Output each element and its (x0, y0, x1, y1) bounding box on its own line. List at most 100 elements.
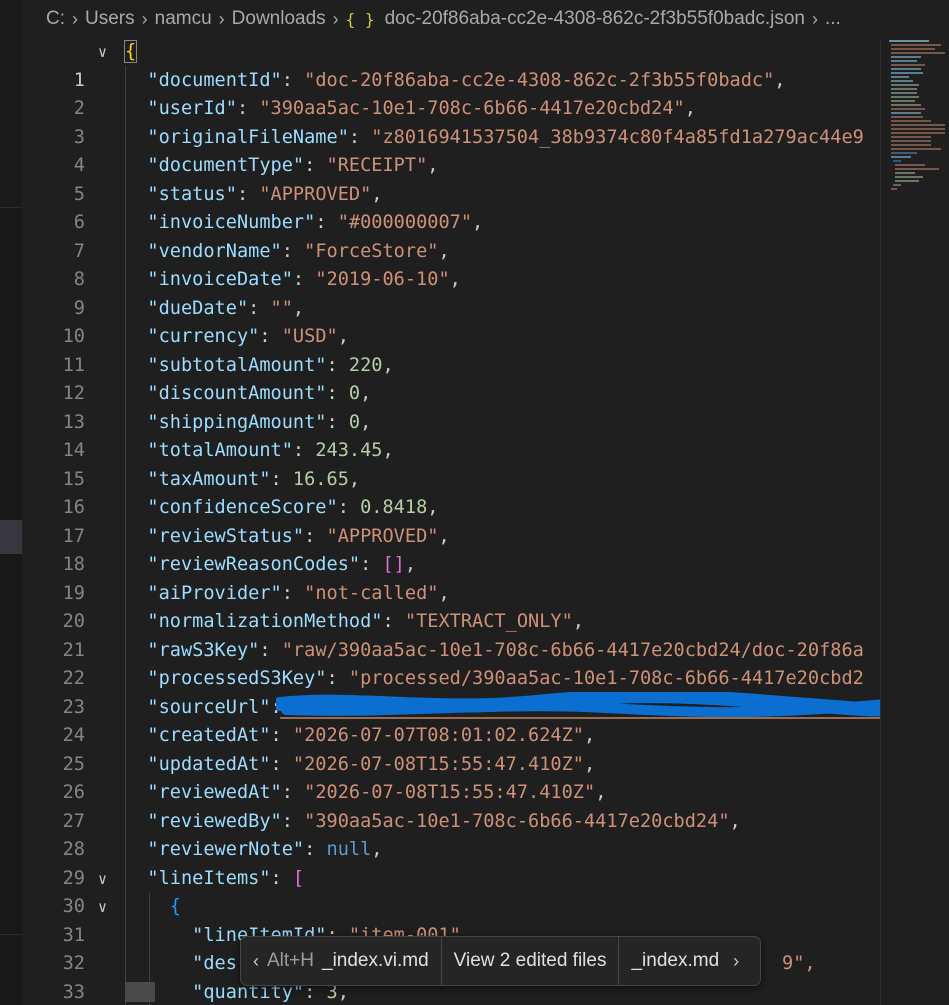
json-key: "invoiceDate" (147, 269, 293, 290)
code-line: 20 "aiProvider": "not-called", (22, 580, 880, 633)
chevron-right-icon: › (218, 8, 225, 29)
breadcrumb-drive[interactable]: C: (46, 8, 65, 30)
json-key: "reviewedBy" (147, 810, 282, 832)
chevron-right-icon: › (332, 8, 339, 29)
json-value: "2026-07-07T08:01:02.624Z" (292, 725, 584, 746)
json-value: 16.65 (292, 468, 349, 490)
code-line: 14 "shippingAmount": 0, (22, 409, 880, 462)
json-key: "confidenceScore" (147, 497, 338, 518)
json-key: "aiProvider" (147, 582, 282, 604)
json-key: "invoiceNumber" (147, 212, 316, 233)
chevron-down-icon[interactable]: ∨ (98, 865, 118, 894)
json-value: "APPROVED" (326, 525, 439, 547)
code-line: 10 "dueDate": "", (22, 295, 880, 348)
code-line: 16 "taxAmount": 16.65, (22, 466, 880, 519)
breadcrumb-more[interactable]: ... (825, 8, 841, 30)
code-line: 23 "processedS3Key": "processed/390aa5ac… (22, 665, 880, 718)
code-line: 18 "reviewStatus": "APPROVED", (22, 523, 880, 576)
previous-file-button[interactable]: ‹ Alt+H _index.vi.md (241, 937, 441, 985)
diagnostic-underline (280, 717, 880, 719)
json-key: "dueDate" (147, 297, 249, 319)
json-value: "390aa5ac-10e1-708c-6b66-4417e20cbd24" (304, 810, 730, 832)
code-line: 27 "reviewedAt": "2026-07-08T15:55:47.41… (22, 779, 880, 832)
code-line: 6 "status": "APPROVED", (22, 181, 880, 234)
json-key: "taxAmount" (147, 468, 271, 490)
json-value: "processed/390aa5ac-10e1-708c-6b66-4417e… (348, 668, 864, 689)
code-line: 15 "totalAmount": 243.45, (22, 437, 880, 490)
json-value: "" (270, 297, 293, 319)
breadcrumb-users[interactable]: Users (85, 8, 135, 30)
json-key: "des (192, 953, 237, 974)
json-value: 243.45 (315, 440, 383, 461)
code-line: 28 "reviewedBy": "390aa5ac-10e1-708c-6b6… (22, 808, 880, 861)
json-key: "reviewStatus" (147, 525, 305, 547)
code-editor[interactable]: 1 ∨ { 2 "documentId": "doc-20f86aba-cc2e… (22, 38, 880, 1005)
previous-file-label: _index.vi.md (322, 950, 429, 971)
json-key: "processedS3Key" (147, 668, 327, 689)
json-key: "status" (147, 183, 237, 205)
code-line: 5 "documentType": "RECEIPT", (22, 152, 880, 205)
json-value: "#000000007" (337, 212, 473, 233)
code-line: 3 "userId": "390aa5ac-10e1-708c-6b66-441… (22, 95, 880, 148)
code-line: 8 "vendorName": "ForceStore", (22, 238, 880, 291)
view-edited-files-button[interactable]: View 2 edited files (440, 937, 619, 985)
code-line: 19 "reviewReasonCodes": [], (22, 551, 880, 604)
redaction-scribble (276, 692, 900, 718)
json-value: "APPROVED" (259, 183, 372, 205)
json-key: "totalAmount" (147, 440, 293, 461)
json-value: "2019-06-10" (315, 269, 450, 290)
edited-files-bar: ‹ Alt+H _index.vi.md View 2 edited files… (240, 936, 761, 986)
code-line: 4 "originalFileName": "z8016941537504_38… (22, 124, 880, 177)
breadcrumb-file[interactable]: doc-20f86aba-cc2e-4308-862c-2f3b55f0badc… (385, 8, 805, 30)
code-line: 25 "createdAt": "2026-07-07T08:01:02.624… (22, 722, 880, 775)
json-value: [] (382, 554, 405, 575)
json-key: "vendorName" (147, 240, 282, 262)
json-value: "RECEIPT" (326, 155, 428, 176)
horizontal-scrollbar-thumb[interactable] (125, 982, 155, 1002)
json-key: "documentType" (147, 155, 305, 176)
breadcrumb-downloads[interactable]: Downloads (232, 8, 326, 30)
next-file-label: _index.md (631, 950, 720, 971)
json-key: "reviewReasonCodes" (147, 554, 361, 575)
json-key: "reviewedAt" (147, 782, 282, 803)
divider (0, 934, 22, 935)
chevron-left-icon: ‹ (253, 950, 259, 971)
json-value: 220 (348, 354, 383, 376)
json-key: "currency" (147, 326, 260, 347)
code-line: 9 "invoiceDate": "2019-06-10", (22, 266, 880, 319)
json-value: "TEXTRACT_ONLY" (404, 611, 573, 632)
code-line: 22 "rawS3Key": "raw/390aa5ac-10e1-708c-6… (22, 637, 880, 690)
chevron-right-icon: › (733, 950, 740, 971)
json-value: "2026-07-08T15:55:47.410Z" (304, 782, 596, 803)
json-value: [ (292, 867, 305, 889)
json-key: "lineItems" (147, 867, 271, 889)
minimap[interactable] (880, 38, 949, 1005)
json-key: "updatedAt" (147, 753, 271, 775)
chevron-down-icon[interactable]: ∨ (98, 38, 118, 67)
json-value: "z8016941537504_38b9374c80f4a85fd1a279ac… (371, 126, 864, 148)
chevron-right-icon: › (811, 8, 818, 29)
brace: { (169, 896, 181, 917)
json-key: "userId" (147, 98, 237, 119)
shortcut-hint: Alt+H (267, 950, 314, 971)
code-line: 17 "confidenceScore": 0.8418, (22, 494, 880, 547)
chevron-down-icon[interactable]: ∨ (98, 893, 118, 922)
activity-strip (0, 0, 22, 1005)
json-value-tail: 9", (782, 953, 816, 974)
breadcrumb-namcu[interactable]: namcu (155, 8, 212, 30)
code-line: 11 "currency": "USD", (22, 323, 880, 376)
json-key: "subtotalAmount" (147, 354, 327, 376)
json-value: "raw/390aa5ac-10e1-708c-6b66-4417e20cbd2… (281, 639, 864, 661)
code-line: 29 "reviewerNote": null, (22, 836, 880, 889)
json-key: "reviewerNote" (147, 839, 305, 860)
json-value: "not-called" (304, 582, 439, 604)
json-key: "documentId" (147, 69, 282, 91)
json-key: "sourceUrl" (147, 696, 271, 718)
panel-edge (0, 0, 22, 208)
code-line: 2 "documentId": "doc-20f86aba-cc2e-4308-… (22, 67, 880, 120)
json-value: 0 (348, 383, 361, 404)
code-line: 21 "normalizationMethod": "TEXTRACT_ONLY… (22, 608, 880, 661)
next-file-button[interactable]: _index.md › (618, 937, 751, 985)
json-value: "2026-07-08T15:55:47.410Z" (292, 753, 584, 775)
json-value: "390aa5ac-10e1-708c-6b66-4417e20cbd24" (259, 98, 685, 119)
